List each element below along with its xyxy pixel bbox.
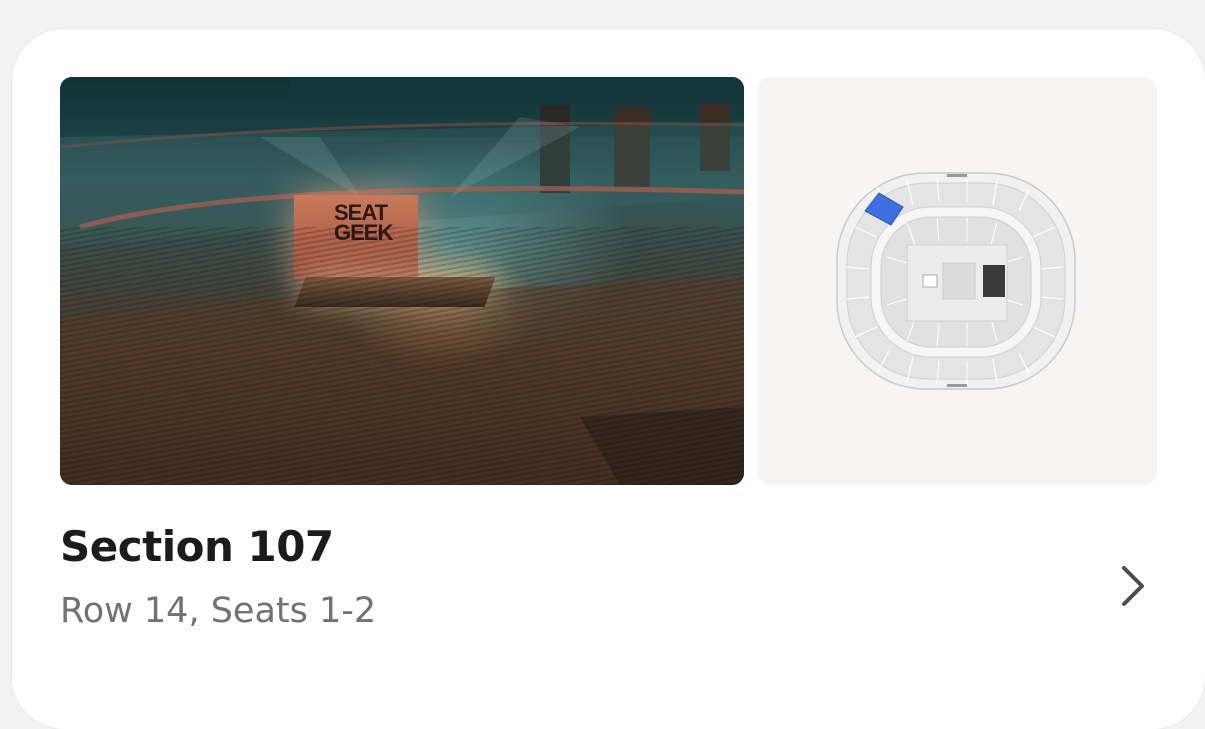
chevron-right-icon[interactable] xyxy=(1112,562,1152,610)
arena-view-image: SEAT GEEK xyxy=(60,77,744,485)
seat-map[interactable] xyxy=(757,77,1157,485)
seat-map-image xyxy=(836,172,1076,390)
crowd-texture xyxy=(60,227,744,485)
row-seats-label: Row 14, Seats 1-2 xyxy=(60,591,377,631)
section-title: Section 107 xyxy=(60,522,334,571)
